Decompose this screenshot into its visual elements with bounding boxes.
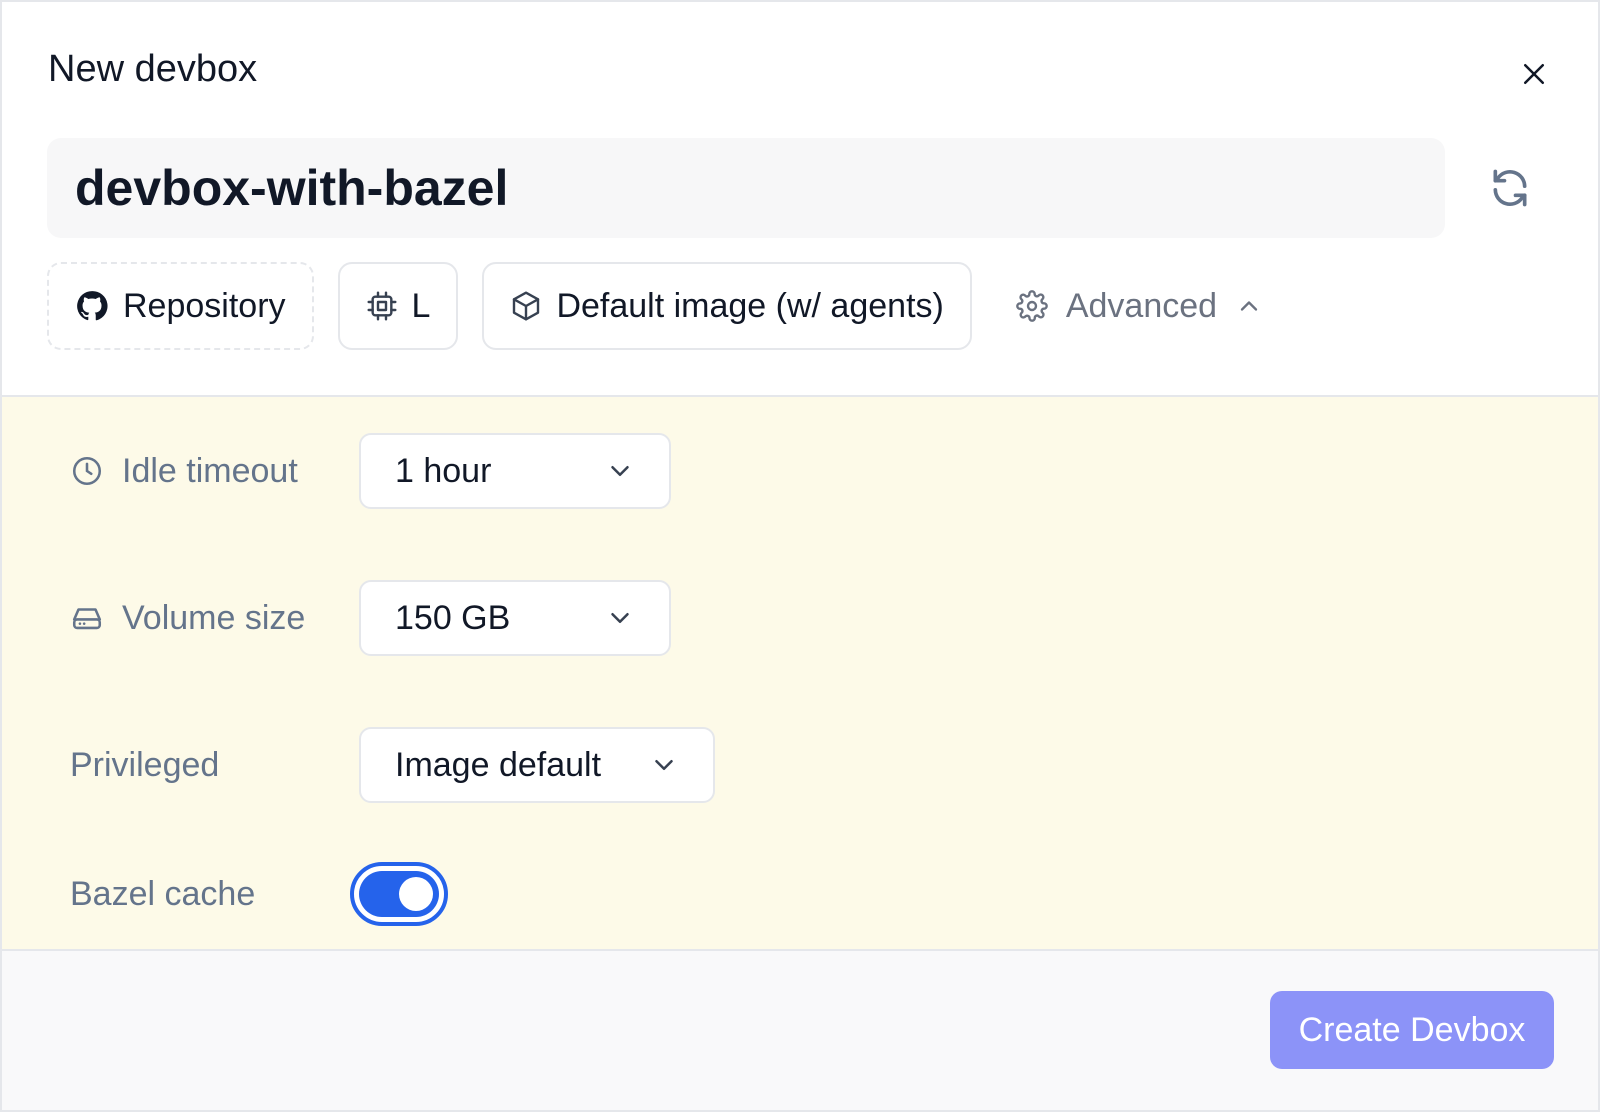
github-icon xyxy=(77,291,108,321)
clock-icon xyxy=(72,456,102,486)
volume-size-value: 150 GB xyxy=(395,598,511,637)
chevron-down-icon xyxy=(611,466,629,476)
bazel-cache-row: Bazel cache xyxy=(70,856,255,932)
new-devbox-dialog: New devbox Repository xyxy=(0,0,1600,1112)
toggle-knob xyxy=(399,877,433,911)
volume-size-text: Volume size xyxy=(122,598,306,637)
advanced-settings-panel: Idle timeout 1 hour Volume size 150 GB P… xyxy=(2,395,1598,951)
gear-icon xyxy=(1016,290,1048,322)
idle-timeout-label: Idle timeout xyxy=(70,452,298,491)
devbox-name-input[interactable] xyxy=(75,138,1415,238)
idle-timeout-text: Idle timeout xyxy=(122,451,298,490)
chevron-down-icon xyxy=(611,613,629,623)
idle-timeout-select[interactable]: 1 hour xyxy=(359,433,671,509)
dialog-header: New devbox Repository xyxy=(2,2,1598,395)
close-icon xyxy=(1524,64,1544,84)
privileged-label: Privileged xyxy=(70,746,219,785)
repository-chip[interactable]: Repository xyxy=(47,262,314,350)
hard-drive-icon xyxy=(72,608,102,630)
image-label: Default image (w/ agents) xyxy=(556,286,944,325)
cpu-icon xyxy=(366,291,397,321)
volume-size-select[interactable]: 150 GB xyxy=(359,580,671,656)
toggle-track xyxy=(359,871,439,917)
image-chip[interactable]: Default image (w/ agents) xyxy=(482,262,972,350)
advanced-toggle[interactable]: Advanced xyxy=(996,262,1283,350)
dialog-title: New devbox xyxy=(48,48,258,90)
privileged-row: Privileged xyxy=(70,727,219,803)
box-icon xyxy=(513,291,540,321)
option-chips: Repository L Default image (w/ agents) A… xyxy=(47,262,1283,350)
idle-timeout-value: 1 hour xyxy=(395,451,492,490)
dialog-footer: Create Devbox xyxy=(2,951,1598,1110)
devbox-name-field xyxy=(47,138,1445,238)
volume-size-row: Volume size xyxy=(70,580,305,656)
create-devbox-button[interactable]: Create Devbox xyxy=(1270,991,1554,1069)
size-chip[interactable]: L xyxy=(337,262,459,350)
bazel-cache-label: Bazel cache xyxy=(70,875,255,914)
idle-timeout-row: Idle timeout xyxy=(70,433,298,509)
chevron-down-icon xyxy=(655,760,673,770)
regenerate-name-button[interactable] xyxy=(1486,164,1534,212)
refresh-icon xyxy=(1493,169,1527,207)
privileged-value: Image default xyxy=(395,745,602,784)
privileged-text: Privileged xyxy=(70,745,220,784)
privileged-select[interactable]: Image default xyxy=(359,727,715,803)
chevron-up-icon xyxy=(1240,301,1258,311)
size-label: L xyxy=(411,286,431,325)
bazel-cache-toggle[interactable] xyxy=(350,862,448,926)
repository-label: Repository xyxy=(123,286,286,325)
advanced-label: Advanced xyxy=(1065,286,1218,325)
bazel-cache-text: Bazel cache xyxy=(70,874,256,913)
close-button[interactable] xyxy=(1512,52,1556,96)
volume-size-label: Volume size xyxy=(70,599,305,638)
